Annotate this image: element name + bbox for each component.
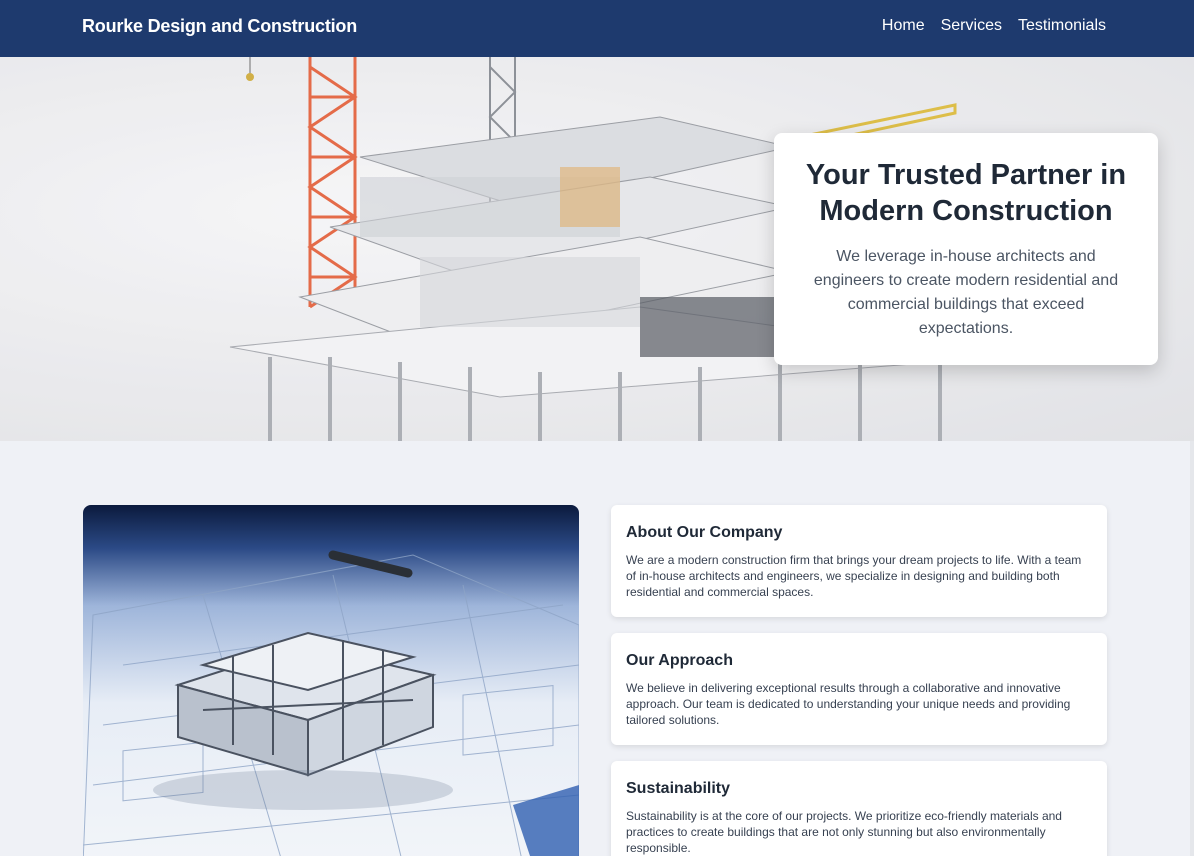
blueprint-model-image xyxy=(83,505,579,856)
about-card: About Our Company We are a modern constr… xyxy=(611,505,1107,617)
nav-home-link[interactable]: Home xyxy=(882,17,925,35)
card-text: Sustainability is at the core of our pro… xyxy=(626,809,1062,855)
approach-card: Our Approach We believe in delivering ex… xyxy=(611,633,1107,745)
site-header: Rourke Design and Construction Home Serv… xyxy=(0,0,1194,57)
hero-card: Your Trusted Partner in Modern Construct… xyxy=(774,133,1158,365)
hero-title: Your Trusted Partner in Modern Construct… xyxy=(805,159,1127,227)
card-title: About Our Company xyxy=(626,524,783,541)
card-text: We believe in delivering exceptional res… xyxy=(626,681,1071,727)
nav-testimonials-link[interactable]: Testimonials xyxy=(1018,17,1106,35)
card-text: We are a modern construction firm that b… xyxy=(626,553,1082,599)
main-nav: Home Services Testimonials xyxy=(882,17,1106,35)
hero-banner: Your Trusted Partner in Modern Construct… xyxy=(0,57,1194,441)
info-cards: About Our Company We are a modern constr… xyxy=(611,505,1107,856)
card-title: Our Approach xyxy=(626,652,733,669)
nav-services-link[interactable]: Services xyxy=(941,17,1002,35)
sustainability-card: Sustainability Sustainability is at the … xyxy=(611,761,1107,856)
card-title: Sustainability xyxy=(626,780,731,797)
hero-description: We leverage in-house architects and engi… xyxy=(813,248,1119,337)
brand-logo-text[interactable]: Rourke Design and Construction xyxy=(82,16,357,37)
